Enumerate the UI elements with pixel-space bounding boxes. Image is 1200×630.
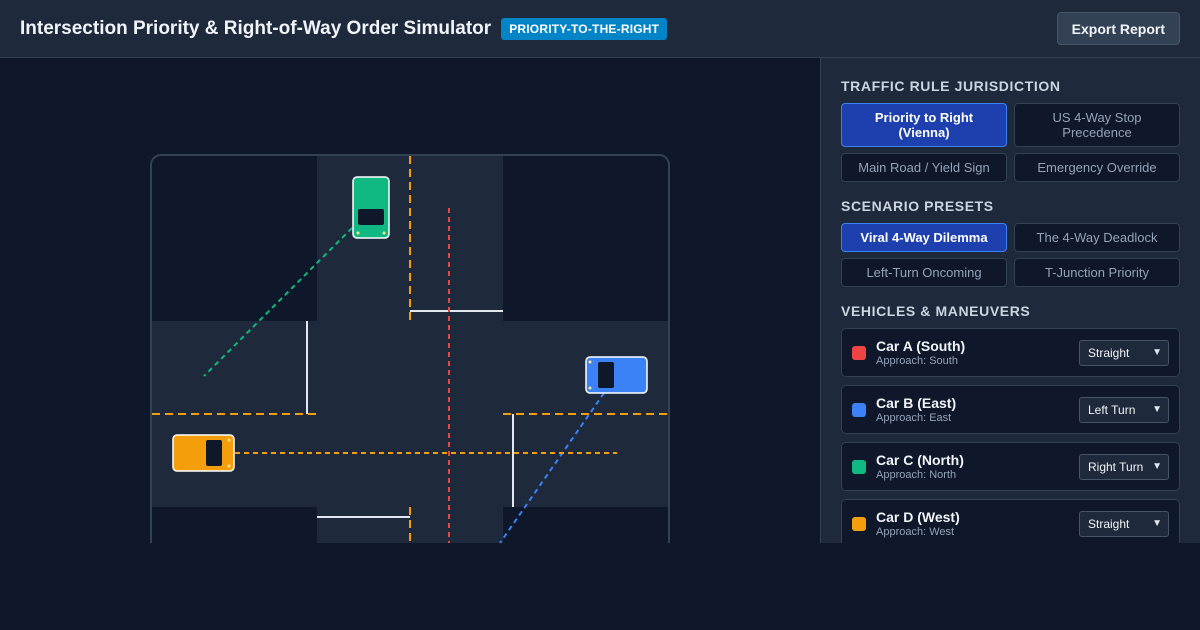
- chevron-down-icon: ▼: [1152, 404, 1162, 415]
- chevron-down-icon: ▼: [1152, 518, 1162, 529]
- maneuver-value: Straight: [1088, 346, 1130, 360]
- car-b-marker: [585, 356, 648, 394]
- export-report-button[interactable]: Export Report: [1056, 12, 1180, 45]
- preset-options: Viral 4-Way Dilemma The 4-Way Deadlock L…: [841, 223, 1180, 287]
- chevron-down-icon: ▼: [1152, 461, 1162, 472]
- vehicle-approach: Approach: North: [876, 469, 957, 481]
- preset-t-junction[interactable]: T-Junction Priority: [1014, 258, 1180, 287]
- east-west-road: [152, 321, 668, 507]
- vehicles-section-title: VEHICLES & MANEUVERS: [841, 303, 1031, 319]
- rule-mode-badge: PRIORITY-TO-THE-RIGHT: [501, 17, 668, 40]
- vehicle-card-d: Car D (West) Approach: West Straight ▼: [841, 499, 1180, 543]
- page-title: Intersection Priority & Right-of-Way Ord…: [20, 17, 492, 39]
- jurisdiction-section-title: TRAFFIC RULE JURISDICTION: [841, 78, 1061, 94]
- maneuver-select-car-d[interactable]: Straight ▼: [1079, 511, 1169, 537]
- car-c-marker: [352, 176, 390, 239]
- preset-deadlock[interactable]: The 4-Way Deadlock: [1014, 223, 1180, 252]
- maneuver-select-car-b[interactable]: Left Turn ▼: [1079, 397, 1169, 423]
- control-sidebar: TRAFFIC RULE JURISDICTION Priority to Ri…: [820, 58, 1200, 543]
- app-header: Intersection Priority & Right-of-Way Ord…: [0, 0, 1200, 58]
- jurisdiction-option-yield[interactable]: Main Road / Yield Sign: [841, 153, 1007, 182]
- chevron-down-icon: ▼: [1152, 347, 1162, 358]
- presets-section-title: SCENARIO PRESETS: [841, 198, 994, 214]
- jurisdiction-options: Priority to Right (Vienna) US 4-Way Stop…: [841, 103, 1180, 182]
- vehicle-card-c: Car C (North) Approach: North Right Turn…: [841, 442, 1180, 491]
- simulation-canvas: [0, 58, 820, 543]
- car-a-color-swatch: [852, 345, 866, 360]
- maneuver-select-car-c[interactable]: Right Turn ▼: [1079, 454, 1169, 480]
- vehicle-approach: Approach: South: [876, 355, 958, 367]
- maneuver-select-car-a[interactable]: Straight ▼: [1079, 340, 1169, 366]
- preset-left-turn-oncoming[interactable]: Left-Turn Oncoming: [841, 258, 1007, 287]
- car-d-color-swatch: [852, 516, 866, 531]
- car-c-color-swatch: [852, 459, 866, 474]
- preset-viral-dilemma[interactable]: Viral 4-Way Dilemma: [841, 223, 1007, 252]
- vehicle-name: Car A (South): [876, 338, 966, 354]
- intersection-diagram: [150, 154, 670, 543]
- vehicle-approach: Approach: West: [876, 526, 955, 538]
- car-b-color-swatch: [852, 402, 866, 417]
- page-background-bottom: [0, 543, 1200, 630]
- vehicle-card-a: Car A (South) Approach: South Straight ▼: [841, 328, 1180, 377]
- vehicle-approach: Approach: East: [876, 412, 952, 424]
- jurisdiction-option-us-4-way[interactable]: US 4-Way Stop Precedence: [1014, 103, 1180, 147]
- maneuver-value: Right Turn: [1088, 460, 1144, 474]
- vehicle-card-b: Car B (East) Approach: East Left Turn ▼: [841, 385, 1180, 434]
- jurisdiction-option-vienna[interactable]: Priority to Right (Vienna): [841, 103, 1007, 147]
- vehicle-name: Car D (West): [876, 509, 960, 525]
- jurisdiction-option-emergency[interactable]: Emergency Override: [1014, 153, 1180, 182]
- vehicle-name: Car B (East): [876, 395, 957, 411]
- maneuver-value: Left Turn: [1088, 403, 1136, 417]
- maneuver-value: Straight: [1088, 517, 1130, 531]
- vehicle-name: Car C (North): [876, 452, 964, 468]
- car-d-marker: [172, 434, 235, 472]
